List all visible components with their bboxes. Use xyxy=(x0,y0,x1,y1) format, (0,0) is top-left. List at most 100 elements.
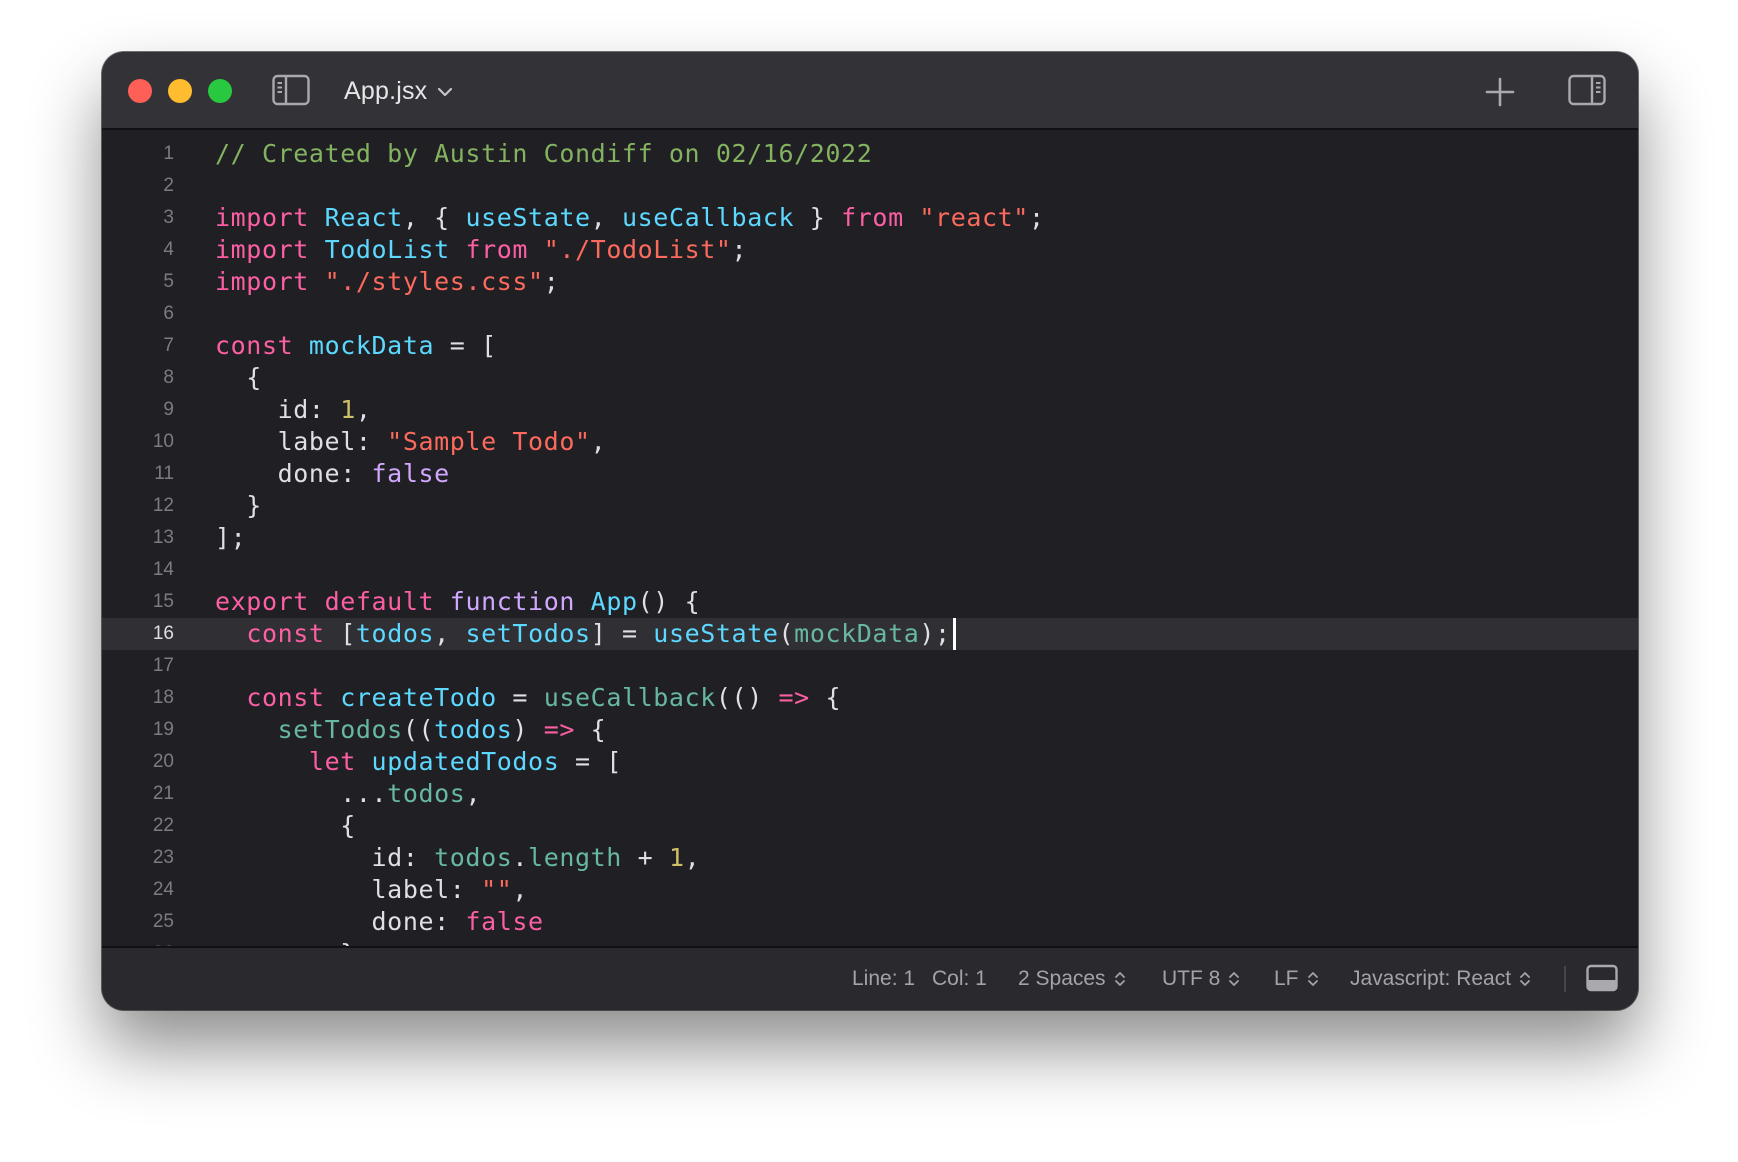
line-ending-select[interactable]: LF xyxy=(1274,948,1319,1010)
code-token: createTodo xyxy=(340,683,497,712)
indentation-label: 2 Spaces xyxy=(1018,967,1106,990)
code-text: import "./styles.css"; xyxy=(215,266,559,298)
code-line[interactable]: 3 import React, { useState, useCallback }… xyxy=(102,202,1638,234)
encoding-select[interactable]: UTF 8 xyxy=(1162,948,1240,1010)
code-token: ; xyxy=(1028,203,1045,232)
code-text: done: false xyxy=(215,906,544,938)
code-line[interactable]: 19 setTodos((todos) => { xyxy=(102,714,1638,746)
line-number: 9 xyxy=(163,399,174,420)
code-line[interactable]: 13]; xyxy=(102,522,1638,554)
code-line[interactable]: 23 id: todos.length + 1, xyxy=(102,842,1638,874)
code-token: label: xyxy=(215,427,388,456)
code-line[interactable]: 8 { xyxy=(102,362,1638,394)
indentation-select[interactable]: 2 Spaces xyxy=(1018,948,1126,1010)
minimize-button[interactable] xyxy=(168,79,192,103)
file-tab-dropdown[interactable]: App.jsx xyxy=(344,72,453,110)
code-token: id: xyxy=(215,843,435,872)
code-token: false xyxy=(371,459,450,488)
code-line[interactable]: 26 } xyxy=(102,938,1638,946)
code-line[interactable]: 10 label: "Sample Todo", xyxy=(102,426,1638,458)
code-token: from xyxy=(841,203,904,232)
code-line[interactable]: 17 xyxy=(102,650,1638,682)
code-line[interactable]: 7 const mockData = [ xyxy=(102,330,1638,362)
line-number: 4 xyxy=(163,239,174,260)
code-token: , { xyxy=(402,203,466,232)
code-line-current[interactable]: 16 const [todos, setTodos] = useState(mo… xyxy=(102,618,1638,650)
close-button[interactable] xyxy=(128,79,152,103)
code-token: export xyxy=(215,587,309,616)
code-token: default xyxy=(324,587,435,616)
code-token: ); xyxy=(919,619,951,648)
console-toggle-icon[interactable] xyxy=(1586,964,1618,992)
language-select[interactable]: Javascript: React xyxy=(1350,948,1531,1010)
code-token: ; xyxy=(543,267,560,296)
code-line[interactable]: 4 import TodoList from "./TodoList"; xyxy=(102,234,1638,266)
editor-window: App.jsx 1 // Created by Austin Condiff on… xyxy=(102,52,1638,1010)
code-line[interactable]: 24 label: "", xyxy=(102,874,1638,906)
code-line[interactable]: 11 done: false xyxy=(102,458,1638,490)
line-number: 25 xyxy=(152,911,174,932)
code-line[interactable]: 15 export default function App() { xyxy=(102,586,1638,618)
code-token: { xyxy=(215,811,356,840)
code-token: [ xyxy=(324,619,356,648)
code-text: const mockData = [ xyxy=(215,330,497,362)
code-line[interactable]: 14 xyxy=(102,554,1638,586)
code-token: mockData xyxy=(308,331,435,360)
code-text: ...todos, xyxy=(215,778,481,810)
line-number: 12 xyxy=(152,495,174,516)
code-line[interactable]: 6 xyxy=(102,298,1638,330)
code-token: useState xyxy=(465,203,591,232)
line-number: 26 xyxy=(102,938,174,946)
inspector-toggle-icon[interactable] xyxy=(1568,74,1606,106)
line-number: 20 xyxy=(152,751,174,772)
code-text: import React, { useState, useCallback } … xyxy=(215,202,1045,234)
code-line[interactable]: 25 done: false xyxy=(102,906,1638,938)
code-token: const xyxy=(246,683,325,712)
sidebar-toggle-icon[interactable] xyxy=(272,74,310,106)
code-token: , xyxy=(355,395,372,424)
code-token: . xyxy=(512,843,529,872)
code-token: length xyxy=(528,843,622,872)
code-token: import xyxy=(215,203,309,232)
code-token: () { xyxy=(637,587,701,616)
code-editor[interactable]: 1 // Created by Austin Condiff on 02/16/2… xyxy=(102,130,1638,946)
code-line[interactable]: 2 xyxy=(102,170,1638,202)
code-line[interactable]: 20 let updatedTodos = [ xyxy=(102,746,1638,778)
plus-icon[interactable] xyxy=(1484,76,1516,108)
status-bar: Line: 1 Col: 1 2 Spaces UTF 8 LF Javascr… xyxy=(102,946,1638,1010)
code-text: } xyxy=(215,938,356,946)
code-token: updatedTodos xyxy=(371,747,560,776)
code-token: todos xyxy=(434,843,513,872)
cursor-column: Col: 1 xyxy=(932,948,987,1010)
code-line[interactable]: 22 { xyxy=(102,810,1638,842)
chevron-down-icon xyxy=(438,87,453,97)
code-line[interactable]: 9 id: 1, xyxy=(102,394,1638,426)
code-token: , xyxy=(590,203,622,232)
code-line[interactable]: 12 } xyxy=(102,490,1638,522)
code-token: "" xyxy=(481,875,513,904)
code-token: "./styles.css" xyxy=(324,267,544,296)
code-text: const [todos, setTodos] = useState(mockD… xyxy=(215,618,956,650)
code-token: ; xyxy=(731,235,748,264)
code-token: useCallback xyxy=(621,203,795,232)
code-line[interactable]: 18 const createTodo = useCallback(() => … xyxy=(102,682,1638,714)
line-ending-label: LF xyxy=(1274,967,1299,990)
code-token: = xyxy=(496,683,544,712)
zoom-button[interactable] xyxy=(208,79,232,103)
code-token: todos xyxy=(434,715,513,744)
code-line[interactable]: 5 import "./styles.css"; xyxy=(102,266,1638,298)
code-token: from xyxy=(465,235,529,264)
code-text: // Created by Austin Condiff on 02/16/20… xyxy=(215,138,872,170)
code-text: { xyxy=(215,362,262,394)
code-line[interactable]: 21 ...todos, xyxy=(102,778,1638,810)
code-token: useCallback xyxy=(543,683,716,712)
line-number: 8 xyxy=(163,367,174,388)
code-line[interactable]: 1 // Created by Austin Condiff on 02/16/2… xyxy=(102,138,1638,170)
